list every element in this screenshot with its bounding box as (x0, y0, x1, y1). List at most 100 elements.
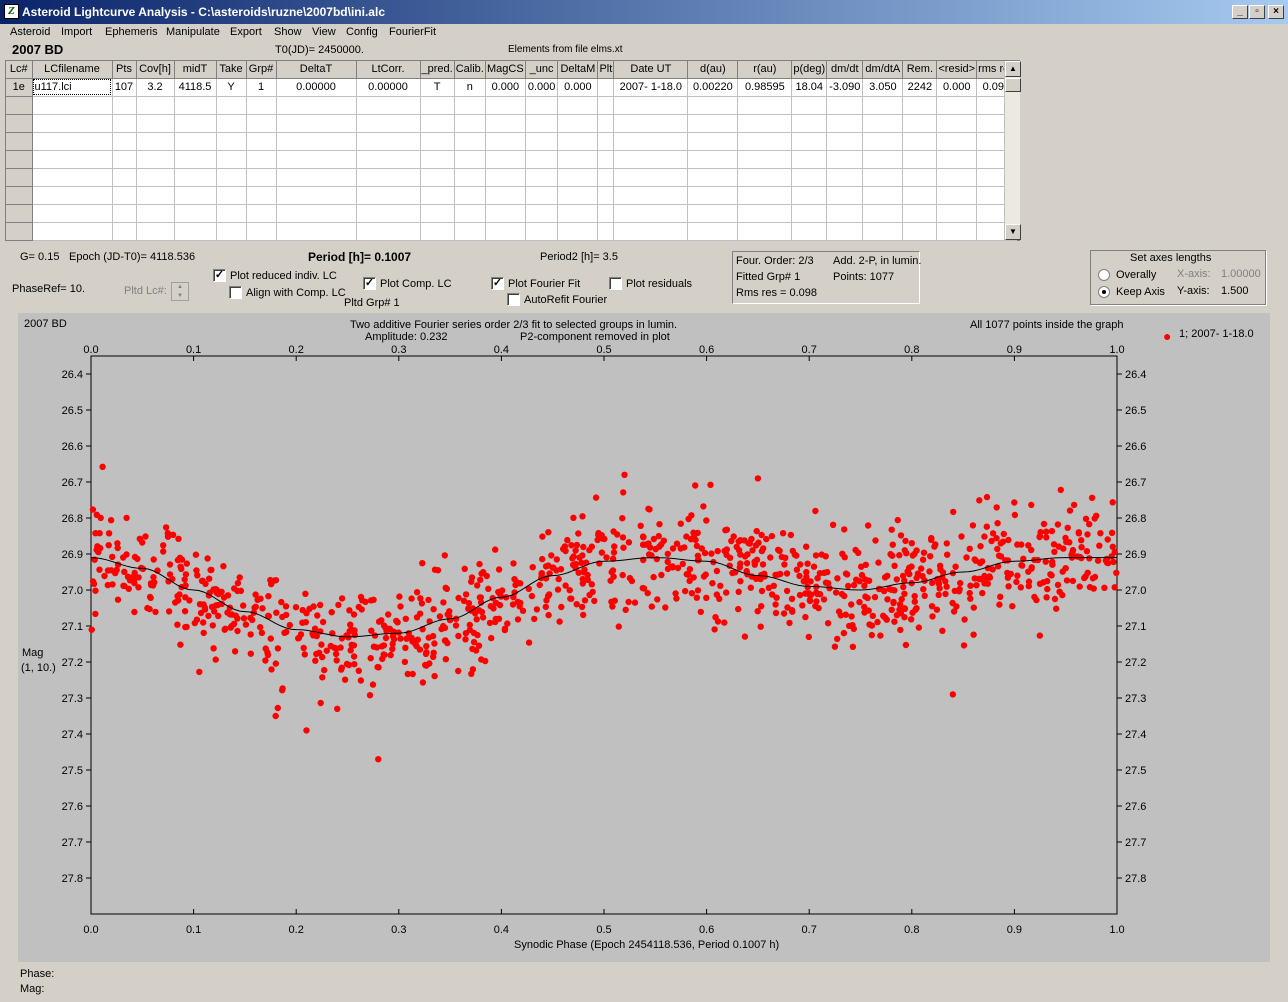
data-point (564, 536, 571, 544)
data-point (611, 597, 618, 604)
data-point (274, 704, 281, 712)
data-point (664, 550, 671, 558)
data-point (469, 666, 477, 673)
data-point (176, 554, 184, 561)
data-point (748, 535, 755, 543)
data-point (1084, 531, 1091, 538)
data-point (247, 650, 254, 657)
amplitude-label: Amplitude: 0.232 (365, 331, 448, 343)
data-point (831, 643, 839, 650)
data-point (302, 590, 309, 597)
data-point (891, 618, 898, 625)
data-point (545, 611, 552, 619)
data-point (989, 566, 996, 573)
data-point (820, 596, 828, 603)
data-point (362, 598, 369, 605)
data-point (492, 599, 500, 606)
data-point (758, 587, 766, 595)
data-point (932, 541, 939, 548)
y-tick-label: 26.6 (62, 441, 83, 453)
data-point (536, 581, 543, 589)
data-point (174, 621, 181, 628)
data-point (273, 609, 280, 616)
data-point (200, 601, 207, 608)
x-tick-label: 0.3 (391, 924, 406, 936)
data-point (274, 645, 282, 652)
data-point (683, 571, 690, 578)
y-tick-label: 27.3 (62, 693, 83, 705)
data-point (952, 563, 959, 570)
data-point (799, 602, 806, 609)
data-point (864, 594, 871, 602)
data-point (1037, 528, 1044, 536)
data-point (619, 571, 626, 579)
data-point (462, 630, 470, 637)
data-point (572, 547, 579, 554)
data-point (281, 629, 288, 636)
data-point (251, 604, 258, 611)
data-point (579, 552, 586, 559)
data-point (210, 586, 217, 593)
data-point (788, 595, 796, 602)
data-point (906, 564, 913, 571)
data-point (804, 583, 811, 591)
data-point (347, 621, 354, 628)
data-point (215, 612, 222, 620)
data-point (951, 587, 958, 595)
data-point (556, 618, 563, 625)
data-point (279, 613, 286, 621)
data-point (787, 531, 795, 539)
data-point (631, 599, 639, 606)
data-point (205, 612, 212, 620)
data-point (658, 571, 665, 579)
y-tick-label: 26.7 (62, 477, 83, 489)
data-point (911, 598, 918, 605)
data-point (474, 582, 481, 589)
data-point (915, 624, 923, 631)
data-point (933, 606, 941, 613)
data-point (164, 530, 171, 537)
data-point (695, 556, 702, 564)
data-point (713, 567, 721, 575)
data-point (404, 670, 411, 678)
data-point (611, 543, 618, 550)
data-point (615, 623, 622, 630)
data-point (994, 545, 1001, 553)
plot-corner-label: 2007 BD (24, 318, 67, 330)
data-point (679, 560, 686, 568)
data-point (569, 555, 576, 562)
data-point (334, 705, 341, 712)
data-point (200, 619, 207, 626)
data-point (894, 516, 901, 524)
data-point (950, 508, 957, 516)
data-point (297, 631, 305, 638)
data-point (682, 587, 689, 595)
data-point (1025, 542, 1032, 549)
data-point (207, 566, 214, 574)
legend-marker-icon: ● (1163, 328, 1172, 344)
data-point (348, 641, 355, 648)
data-point (759, 561, 767, 568)
data-point (208, 603, 216, 611)
data-point (113, 566, 120, 574)
data-point (338, 595, 346, 602)
x-tick-label: 0.2 (289, 924, 304, 936)
data-point (735, 605, 742, 613)
data-point (869, 612, 876, 620)
data-point (669, 563, 676, 570)
data-point (578, 559, 585, 566)
data-point (592, 494, 600, 501)
data-point (152, 608, 159, 616)
data-point (997, 593, 1004, 600)
data-point (397, 635, 404, 642)
data-point (358, 606, 365, 613)
data-point (88, 626, 95, 633)
data-point (419, 560, 426, 567)
data-point (841, 592, 848, 600)
data-point (131, 608, 138, 616)
y-tick-label: 26.4 (62, 369, 83, 381)
data-point (441, 552, 448, 559)
data-point (160, 542, 167, 549)
y-tick-label: 27.8 (62, 873, 83, 885)
data-point (1088, 494, 1096, 501)
